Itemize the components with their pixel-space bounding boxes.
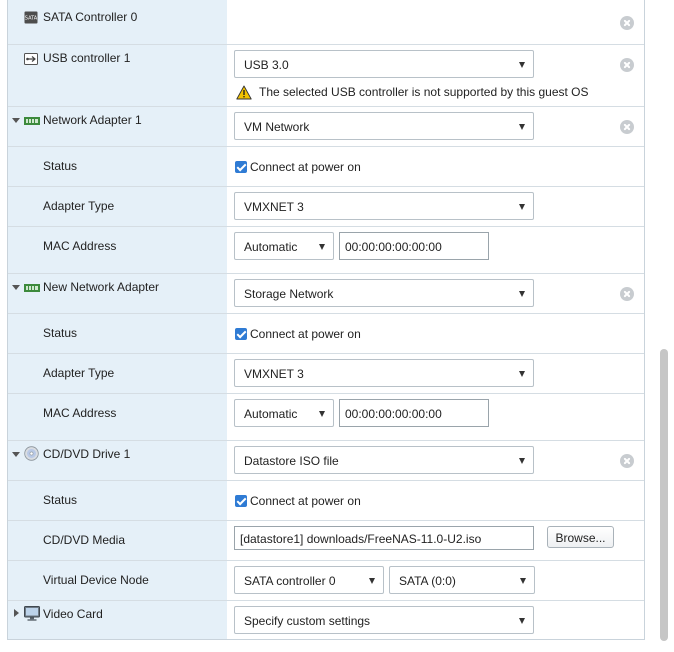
na1-adapter-type-label: Adapter Type <box>43 199 115 213</box>
chevron-down-icon <box>519 62 525 68</box>
cd-node-slot-select[interactable]: SATA (0:0) <box>389 566 535 594</box>
nna-mac-input[interactable]: 00:00:00:00:00:00 <box>339 399 489 427</box>
usb-warning-text: The selected USB controller is not suppo… <box>259 85 589 99</box>
cd-status-label: Status <box>43 493 78 507</box>
row-nna-mac: MAC Address Automatic 00:00:00:00:00:00 <box>8 394 644 441</box>
na1-mac-value: 00:00:00:00:00:00 <box>345 240 442 254</box>
cd-node-controller-value: SATA controller 0 <box>244 574 336 588</box>
cd-node-slot-value: SATA (0:0) <box>399 574 456 588</box>
cd-media-input[interactable]: [datastore1] downloads/FreeNAS-11.0-U2.i… <box>234 526 534 550</box>
row-cd-device-node: Virtual Device Node SATA controller 0 SA… <box>8 561 644 601</box>
row-sata-controller: SATA SATA Controller 0 <box>8 0 644 45</box>
video-card-label: Video Card <box>43 607 103 621</box>
na1-status-label: Status <box>43 159 78 173</box>
hardware-panel: SATA SATA Controller 0 USB controller 1 … <box>7 0 645 640</box>
row-new-network-adapter: New Network Adapter Storage Network <box>8 274 644 314</box>
network-adapter-1-label: Network Adapter 1 <box>43 113 142 127</box>
remove-cd-dvd-drive-icon[interactable] <box>620 454 634 468</box>
cd-connect-label[interactable]: Connect at power on <box>250 494 361 508</box>
cd-device-node-label: Virtual Device Node <box>43 573 149 587</box>
nna-connect-checkbox[interactable] <box>235 328 247 340</box>
new-network-adapter-label: New Network Adapter <box>43 280 160 294</box>
na1-connect-label[interactable]: Connect at power on <box>250 160 361 174</box>
expand-cd-dvd-drive-icon[interactable] <box>12 452 20 457</box>
chevron-down-icon <box>520 578 526 584</box>
video-card-settings-value: Specify custom settings <box>244 614 371 628</box>
row-cd-dvd-drive: CD/DVD Drive 1 Datastore ISO file <box>8 441 644 481</box>
cd-dvd-source-value: Datastore ISO file <box>244 454 339 468</box>
cd-dvd-drive-label: CD/DVD Drive 1 <box>43 447 131 461</box>
expand-network-adapter-1-icon[interactable] <box>12 118 20 123</box>
na1-mac-input[interactable]: 00:00:00:00:00:00 <box>339 232 489 260</box>
usb-icon <box>24 53 38 68</box>
network-adapter-1-network-value: VM Network <box>244 120 310 134</box>
na1-adapter-type-select[interactable]: VMXNET 3 <box>234 192 534 220</box>
na1-mac-mode-value: Automatic <box>244 240 298 254</box>
nna-adapter-type-value: VMXNET 3 <box>244 367 304 381</box>
monitor-icon <box>24 606 40 624</box>
row-video-card: Video Card Specify custom settings <box>8 601 644 640</box>
usb-controller-label: USB controller 1 <box>43 51 131 65</box>
row-cd-status: Status Connect at power on <box>8 481 644 521</box>
chevron-down-icon <box>369 578 375 584</box>
remove-network-adapter-1-icon[interactable] <box>620 120 634 134</box>
chevron-down-icon <box>319 411 325 417</box>
expand-new-network-adapter-icon[interactable] <box>12 285 20 290</box>
row-na1-adapter-type: Adapter Type VMXNET 3 <box>8 187 644 227</box>
warning-icon <box>236 85 252 103</box>
cd-media-value: [datastore1] downloads/FreeNAS-11.0-U2.i… <box>240 532 482 546</box>
na1-mac-label: MAC Address <box>43 239 117 253</box>
usb-version-value: USB 3.0 <box>244 58 289 72</box>
remove-usb-controller-icon[interactable] <box>620 58 634 72</box>
cd-connect-checkbox[interactable] <box>235 495 247 507</box>
nna-mac-mode-value: Automatic <box>244 407 298 421</box>
na1-adapter-type-value: VMXNET 3 <box>244 200 304 214</box>
nna-mac-mode-select[interactable]: Automatic <box>234 399 334 427</box>
nna-status-label: Status <box>43 326 78 340</box>
browse-button-label: Browse... <box>555 531 606 545</box>
nna-mac-value: 00:00:00:00:00:00 <box>345 407 442 421</box>
sata-controller-label: SATA Controller 0 <box>43 10 138 24</box>
new-network-adapter-network-select[interactable]: Storage Network <box>234 279 534 307</box>
chevron-down-icon <box>519 458 525 464</box>
video-card-settings-select[interactable]: Specify custom settings <box>234 606 534 634</box>
nna-connect-label[interactable]: Connect at power on <box>250 327 361 341</box>
remove-new-network-adapter-icon[interactable] <box>620 287 634 301</box>
chevron-down-icon <box>519 291 525 297</box>
vertical-scrollbar[interactable] <box>660 349 668 641</box>
cd-dvd-icon <box>24 446 39 464</box>
new-network-adapter-network-value: Storage Network <box>244 287 334 301</box>
row-nna-adapter-type: Adapter Type VMXNET 3 <box>8 354 644 394</box>
row-cd-media: CD/DVD Media [datastore1] downloads/Free… <box>8 521 644 561</box>
chevron-down-icon <box>319 244 325 250</box>
cd-media-label: CD/DVD Media <box>43 533 126 547</box>
network-card-icon <box>24 115 40 129</box>
nna-adapter-type-label: Adapter Type <box>43 366 115 380</box>
browse-button[interactable]: Browse... <box>547 526 614 548</box>
row-usb-controller: USB controller 1 USB 3.0 The selected US… <box>8 45 644 107</box>
sata-controller-icon: SATA <box>24 11 38 27</box>
usb-version-select[interactable]: USB 3.0 <box>234 50 534 78</box>
row-na1-status: Status Connect at power on <box>8 147 644 187</box>
cd-node-controller-select[interactable]: SATA controller 0 <box>234 566 384 594</box>
chevron-down-icon <box>519 618 525 624</box>
row-na1-mac: MAC Address Automatic 00:00:00:00:00:00 <box>8 227 644 274</box>
network-adapter-1-network-select[interactable]: VM Network <box>234 112 534 140</box>
chevron-down-icon <box>519 124 525 130</box>
row-nna-status: Status Connect at power on <box>8 314 644 354</box>
expand-video-card-icon[interactable] <box>14 609 19 617</box>
cd-dvd-source-select[interactable]: Datastore ISO file <box>234 446 534 474</box>
svg-text:SATA: SATA <box>25 16 38 22</box>
nna-adapter-type-select[interactable]: VMXNET 3 <box>234 359 534 387</box>
chevron-down-icon <box>519 204 525 210</box>
remove-sata-controller-icon[interactable] <box>620 16 634 30</box>
nna-mac-label: MAC Address <box>43 406 117 420</box>
network-card-icon <box>24 282 40 296</box>
na1-mac-mode-select[interactable]: Automatic <box>234 232 334 260</box>
row-network-adapter-1: Network Adapter 1 VM Network <box>8 107 644 147</box>
chevron-down-icon <box>519 371 525 377</box>
na1-connect-checkbox[interactable] <box>235 161 247 173</box>
